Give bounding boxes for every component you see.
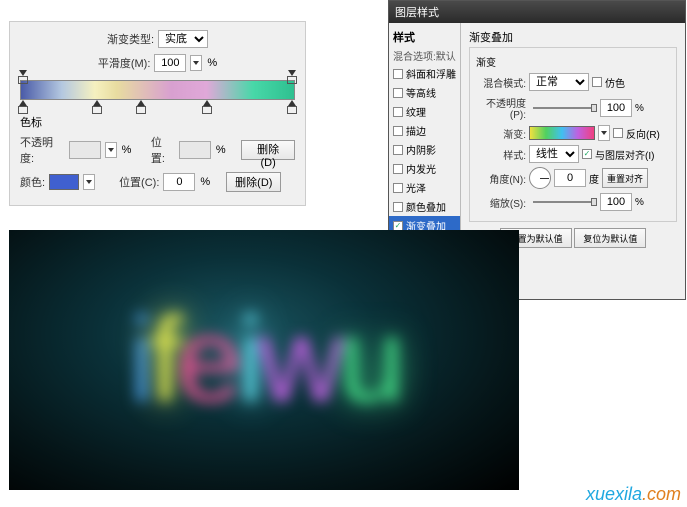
style-checkbox[interactable]: [393, 164, 403, 174]
scale-label: 缩放(S):: [476, 195, 526, 210]
position-label: 位置:: [151, 134, 175, 166]
gradient-bar[interactable]: [20, 80, 295, 100]
opacity-stop[interactable]: [287, 70, 297, 82]
scale-slider[interactable]: [533, 201, 593, 203]
watermark: xuexila.com: [586, 484, 681, 505]
blend-mode-select[interactable]: 正常: [529, 73, 589, 91]
style-checkbox[interactable]: [393, 145, 403, 155]
style-item-1[interactable]: 等高线: [389, 83, 460, 102]
color-stop[interactable]: [92, 100, 102, 112]
opacity-stop[interactable]: [18, 70, 28, 82]
gradient-bar-container: [20, 80, 295, 100]
gradient-preview[interactable]: [529, 126, 595, 140]
angle-unit: 度: [589, 171, 599, 186]
percent-label: %: [207, 57, 217, 69]
style-item-label: 内发光: [406, 161, 436, 176]
style-select[interactable]: 线性: [529, 145, 579, 163]
style-item-label: 斜面和浮雕: [406, 66, 456, 81]
position2-label: 位置(C):: [119, 174, 159, 190]
scale-input[interactable]: [600, 193, 632, 211]
dropdown-icon[interactable]: [105, 142, 117, 158]
blend-mode-label: 混合模式:: [476, 75, 526, 90]
overlay-opacity-input[interactable]: [600, 99, 632, 117]
effect-preview: ifeiwu: [9, 230, 519, 490]
style-checkbox[interactable]: [393, 183, 403, 193]
position2-input[interactable]: [163, 173, 195, 191]
sub-title: 渐变: [476, 54, 670, 69]
style-item-7[interactable]: 颜色叠加: [389, 197, 460, 216]
color-stop[interactable]: [136, 100, 146, 112]
dialog-title: 图层样式: [389, 1, 685, 23]
align-label: 与图层对齐(I): [595, 147, 654, 162]
style-item-label: 颜色叠加: [406, 199, 446, 214]
reverse-checkbox[interactable]: [613, 128, 623, 138]
styles-header: 样式: [389, 27, 460, 47]
style-item-5[interactable]: 内发光: [389, 159, 460, 178]
style-checkbox[interactable]: [393, 88, 403, 98]
opacity-input[interactable]: [69, 141, 101, 159]
dropdown-icon[interactable]: [83, 174, 95, 190]
style-item-label: 纹理: [406, 104, 426, 119]
reset-default-button[interactable]: 复位为默认值: [574, 228, 646, 248]
group-title: 渐变叠加: [469, 29, 677, 45]
style-item-label: 光泽: [406, 180, 426, 195]
gradient-label: 渐变:: [476, 126, 526, 141]
percent-label: %: [200, 176, 210, 188]
angle-input[interactable]: [554, 169, 586, 187]
dropdown-icon[interactable]: [598, 125, 610, 141]
style-item-2[interactable]: 纹理: [389, 102, 460, 121]
style-item-6[interactable]: 光泽: [389, 178, 460, 197]
style-checkbox[interactable]: [393, 107, 403, 117]
color-stop[interactable]: [202, 100, 212, 112]
dither-label: 仿色: [605, 75, 625, 90]
delete-button2[interactable]: 删除(D): [226, 172, 281, 192]
percent-label: %: [122, 144, 132, 156]
opacity-label: 不透明度:: [20, 134, 65, 166]
angle-label: 角度(N):: [476, 171, 526, 186]
reset-align-button[interactable]: 重置对齐: [602, 168, 648, 188]
reverse-label: 反向(R): [626, 126, 660, 141]
color-label: 颜色:: [20, 174, 45, 190]
gradient-type-select[interactable]: 实底: [158, 30, 208, 48]
style-checkbox[interactable]: [393, 126, 403, 136]
percent-label: %: [216, 144, 226, 156]
overlay-opacity-label: 不透明度(P):: [476, 95, 526, 121]
gradient-editor-panel: 渐变类型: 实底 平滑度(M): % 色标 不透明度: % 位置: % 删除(D…: [9, 21, 306, 206]
dither-checkbox[interactable]: [592, 77, 602, 87]
smoothness-label: 平滑度(M):: [98, 55, 151, 71]
color-stop[interactable]: [18, 100, 28, 112]
style-checkbox[interactable]: [393, 221, 403, 231]
style-item-label: 内阴影: [406, 142, 436, 157]
style-item-3[interactable]: 描边: [389, 121, 460, 140]
style-item-0[interactable]: 斜面和浮雕: [389, 64, 460, 83]
gradient-type-label: 渐变类型:: [107, 31, 154, 47]
align-checkbox[interactable]: [582, 149, 592, 159]
preview-text: ifeiwu: [129, 291, 400, 429]
opacity-slider[interactable]: [533, 107, 593, 109]
style-item-label: 描边: [406, 123, 426, 138]
smoothness-input[interactable]: [154, 54, 186, 72]
style-item-4[interactable]: 内阴影: [389, 140, 460, 159]
position-input[interactable]: [179, 141, 211, 159]
style-checkbox[interactable]: [393, 69, 403, 79]
dropdown-icon[interactable]: [190, 55, 202, 71]
blend-options-default[interactable]: 混合选项:默认: [389, 47, 460, 64]
style-checkbox[interactable]: [393, 202, 403, 212]
stops-section-label: 色标: [20, 114, 295, 130]
color-swatch[interactable]: [49, 174, 79, 190]
delete-button[interactable]: 删除(D): [241, 140, 295, 160]
color-stop[interactable]: [287, 100, 297, 112]
angle-dial[interactable]: [529, 167, 551, 189]
style-label: 样式:: [476, 147, 526, 162]
style-item-label: 等高线: [406, 85, 436, 100]
